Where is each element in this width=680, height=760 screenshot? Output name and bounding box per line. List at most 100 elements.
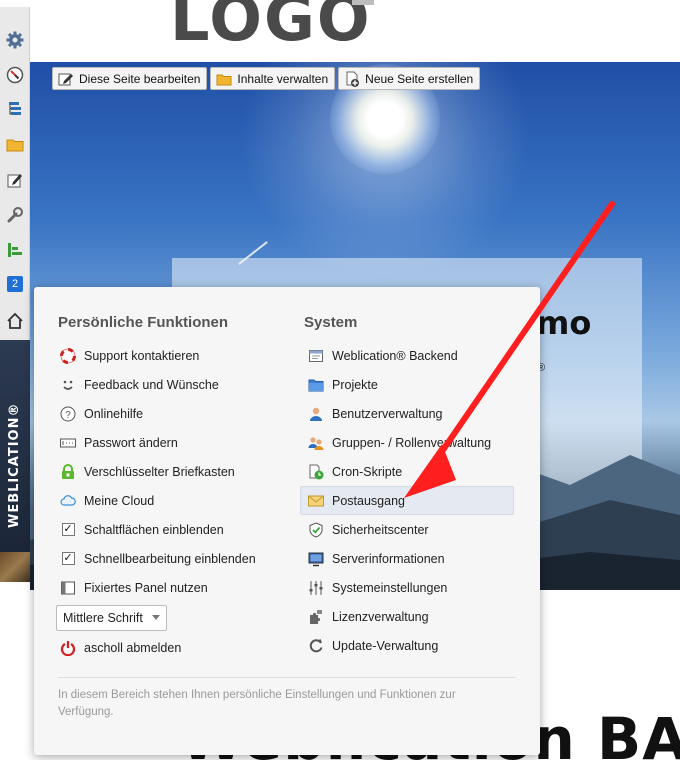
panel-footer: In diesem Bereich stehen Ihnen persönlic… <box>58 689 456 718</box>
mail-outbox-icon <box>308 493 324 509</box>
edit-toolbar: Diese Seite bearbeiten Inhalte verwalten… <box>52 67 481 90</box>
server-info-item[interactable]: Serverinformationen <box>302 544 514 573</box>
power-icon <box>60 640 76 656</box>
backend-icon <box>308 348 324 364</box>
site-logo[interactable]: LOGO <box>170 0 372 55</box>
update-label: Update-Verwaltung <box>332 638 439 653</box>
cloud-icon <box>60 493 76 509</box>
new-page-icon <box>344 71 360 87</box>
compass-icon[interactable] <box>6 66 24 84</box>
system-heading: System <box>304 314 358 331</box>
logo-mark <box>352 0 374 5</box>
sliders-icon <box>308 580 324 596</box>
shield-icon <box>308 521 324 538</box>
badge-count: 2 <box>7 276 23 292</box>
cron-label: Cron-Skripte <box>332 464 403 479</box>
cron-item[interactable]: Cron-Skripte <box>302 457 514 486</box>
panel-divider <box>58 677 516 678</box>
cron-icon <box>308 464 324 480</box>
font-size-row: Mittlere Schrift <box>54 602 256 633</box>
license-item[interactable]: Lizenzverwaltung <box>302 602 514 631</box>
users-item[interactable]: Benutzerverwaltung <box>302 399 514 428</box>
tree-icon[interactable] <box>6 101 24 119</box>
refresh-icon <box>308 638 324 654</box>
gear-icon[interactable] <box>6 31 24 49</box>
mailbox-label: Verschlüsselter Briefkasten <box>84 464 235 479</box>
new-page-label: Neue Seite erstellen <box>365 71 474 86</box>
license-label: Lizenzverwaltung <box>332 609 429 624</box>
quick-edit-label: Schnellbearbeitung einblenden <box>84 551 256 566</box>
system-settings-label: Systemeinstellungen <box>332 580 448 595</box>
password-item[interactable]: Passwort ändern <box>54 428 256 457</box>
edit-icon[interactable] <box>6 171 24 189</box>
show-buttons-checkbox[interactable]: ✓ <box>60 522 76 538</box>
menu-panel: Persönliche Funktionen System Support ko… <box>34 287 540 755</box>
support-label: Support kontaktieren <box>84 348 200 363</box>
lock-icon <box>60 463 76 480</box>
font-size-value: Mittlere Schrift <box>63 610 143 625</box>
system-settings-item[interactable]: Systemeinstellungen <box>302 573 514 602</box>
update-item[interactable]: Update-Verwaltung <box>302 631 514 660</box>
security-label: Sicherheitscenter <box>332 522 429 537</box>
outbox-item[interactable]: Postausgang <box>300 486 514 515</box>
manage-content-button[interactable]: Inhalte verwalten <box>210 67 336 90</box>
backend-item[interactable]: Weblication® Backend <box>302 341 514 370</box>
home-icon[interactable] <box>6 312 24 330</box>
quick-edit-item[interactable]: ✓ Schnellbearbeitung einblenden <box>54 544 256 573</box>
logout-item[interactable]: ascholl abmelden <box>54 633 256 662</box>
personal-heading: Persönliche Funktionen <box>58 314 229 331</box>
support-item[interactable]: Support kontaktieren <box>54 341 256 370</box>
help-item[interactable]: ? Onlinehilfe <box>54 399 256 428</box>
mailbox-item[interactable]: Verschlüsselter Briefkasten <box>54 457 256 486</box>
chart-icon[interactable] <box>6 241 24 259</box>
cloud-item[interactable]: Meine Cloud <box>54 486 256 515</box>
feedback-label: Feedback und Wünsche <box>84 377 219 392</box>
user-icon <box>308 406 324 422</box>
puzzle-icon <box>308 609 324 625</box>
fixed-panel-item[interactable]: Fixiertes Panel nutzen <box>54 573 256 602</box>
new-page-button[interactable]: Neue Seite erstellen <box>338 67 481 90</box>
projects-folder-icon <box>308 377 324 393</box>
help-label: Onlinehilfe <box>84 406 144 421</box>
wrench-icon[interactable] <box>6 206 24 224</box>
backend-label: Weblication® Backend <box>332 348 458 363</box>
outbox-label: Postausgang <box>332 493 405 508</box>
brand-logo[interactable]: WEBLICATION® <box>7 403 22 528</box>
fixed-panel-label: Fixiertes Panel nutzen <box>84 580 208 595</box>
system-list: Weblication® Backend Projekte Benutzerve… <box>300 341 514 660</box>
manage-content-label: Inhalte verwalten <box>237 71 329 86</box>
projects-item[interactable]: Projekte <box>302 370 514 399</box>
projects-label: Projekte <box>332 377 378 392</box>
badge-icon[interactable]: 2 <box>6 275 24 293</box>
server-info-label: Serverinformationen <box>332 551 445 566</box>
panel-icon <box>60 580 76 596</box>
feedback-icon <box>60 377 76 393</box>
password-label: Passwort ändern <box>84 435 178 450</box>
pencil-icon <box>58 71 74 87</box>
users-label: Benutzerverwaltung <box>332 406 443 421</box>
security-item[interactable]: Sicherheitscenter <box>302 515 514 544</box>
personal-list: Support kontaktieren Feedback und Wünsch… <box>54 341 256 662</box>
monitor-icon <box>308 551 324 567</box>
edit-page-label: Diese Seite bearbeiten <box>79 71 201 86</box>
group-icon <box>308 435 324 451</box>
folder-icon[interactable] <box>6 136 24 154</box>
quick-edit-checkbox[interactable]: ✓ <box>60 551 76 567</box>
edit-page-button[interactable]: Diese Seite bearbeiten <box>52 67 208 90</box>
cloud-label: Meine Cloud <box>84 493 155 508</box>
lifebuoy-icon <box>60 347 76 364</box>
help-icon: ? <box>60 406 76 422</box>
feedback-item[interactable]: Feedback und Wünsche <box>54 370 256 399</box>
brand-photo <box>0 552 30 582</box>
svg-text:?: ? <box>65 410 71 421</box>
hero-title: mo <box>536 304 592 342</box>
groups-label: Gruppen- / Rollenverwaltung <box>332 435 492 450</box>
groups-item[interactable]: Gruppen- / Rollenverwaltung <box>302 428 514 457</box>
font-size-select[interactable]: Mittlere Schrift <box>56 604 167 631</box>
show-buttons-label: Schaltflächen einblenden <box>84 522 224 537</box>
password-icon <box>60 435 76 451</box>
folder-icon <box>216 71 232 87</box>
logout-label: ascholl abmelden <box>84 640 182 655</box>
chevron-down-icon <box>152 615 160 620</box>
show-buttons-item[interactable]: ✓ Schaltflächen einblenden <box>54 515 256 544</box>
